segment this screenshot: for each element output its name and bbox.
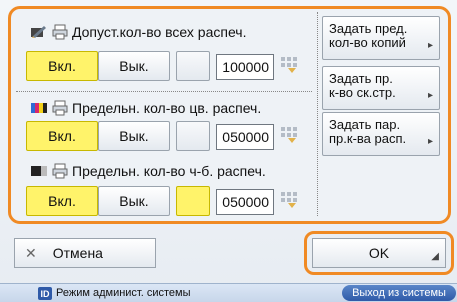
keypad-icon[interactable] bbox=[280, 126, 298, 144]
side-button-line: Задать пар. bbox=[329, 117, 401, 132]
keypad-icon[interactable] bbox=[280, 191, 298, 209]
side-button-line: к-во ск.стр. bbox=[329, 85, 396, 100]
ok-label: OK bbox=[368, 245, 390, 261]
bw-limit-field[interactable]: 050000 bbox=[216, 189, 274, 215]
total-off-button[interactable]: Вык. bbox=[98, 51, 170, 81]
keypad-icon[interactable] bbox=[280, 56, 298, 74]
side-button-line: пр.к-ва расп. bbox=[329, 131, 407, 146]
corner-arrow-icon: ◢ bbox=[431, 251, 439, 262]
set-print-limit-button[interactable]: Задать пар. пр.к-ва расп. ▸ bbox=[322, 112, 440, 156]
color-on-button[interactable]: Вкл. bbox=[26, 121, 98, 151]
logout-button[interactable]: Выход из системы bbox=[342, 285, 456, 301]
chevron-right-icon: ▸ bbox=[427, 40, 433, 51]
set-copy-limit-button[interactable]: Задать пред. кол-во копий ▸ bbox=[322, 16, 440, 60]
total-clear-key[interactable] bbox=[176, 51, 210, 81]
side-button-line: Задать пр. bbox=[329, 71, 393, 86]
row-title-label: Допуст.кол-во всех распеч. bbox=[72, 24, 247, 40]
color-limit-field[interactable]: 050000 bbox=[216, 124, 274, 150]
pencil-icon bbox=[30, 25, 48, 39]
row-separator bbox=[16, 91, 312, 92]
color-off-button[interactable]: Вык. bbox=[98, 121, 170, 151]
printer-icon bbox=[52, 163, 68, 179]
side-button-line: Задать пред. bbox=[329, 21, 408, 36]
status-text: Режим админист. системы bbox=[56, 287, 191, 299]
bw-off-button[interactable]: Вык. bbox=[98, 186, 170, 216]
printer-icon bbox=[52, 100, 68, 116]
ok-button[interactable]: OK ◢ bbox=[312, 238, 446, 268]
color-bars-icon bbox=[30, 101, 48, 115]
set-scan-limit-button[interactable]: Задать пр. к-во ск.стр. ▸ bbox=[322, 66, 440, 110]
side-button-line: кол-во копий bbox=[329, 35, 406, 50]
id-badge: ID bbox=[38, 287, 52, 300]
color-clear-key[interactable] bbox=[176, 121, 210, 151]
chevron-right-icon: ▸ bbox=[427, 136, 433, 147]
screen: Допуст.кол-во всех распеч. Вкл. Вык. 100… bbox=[0, 0, 457, 302]
bw-clear-key[interactable] bbox=[176, 186, 210, 216]
total-limit-field[interactable]: 100000 bbox=[216, 54, 274, 80]
close-icon: ✕ bbox=[25, 244, 37, 261]
cancel-label: Отмена bbox=[52, 245, 103, 261]
row-title-total: Допуст.кол-во всех распеч. bbox=[30, 22, 246, 42]
row-title-bw: Предельн. кол-во ч-б. распеч. bbox=[30, 161, 266, 181]
chevron-right-icon: ▸ bbox=[427, 90, 433, 101]
row-title-label: Предельн. кол-во цв. распеч. bbox=[72, 100, 262, 116]
panel-divider bbox=[317, 12, 318, 216]
row-title-color: Предельн. кол-во цв. распеч. bbox=[30, 98, 261, 118]
black-white-icon bbox=[30, 164, 48, 178]
bw-on-button[interactable]: Вкл. bbox=[26, 186, 98, 216]
cancel-button[interactable]: ✕ Отмена bbox=[14, 238, 156, 268]
row-title-label: Предельн. кол-во ч-б. распеч. bbox=[72, 163, 266, 179]
printer-icon bbox=[52, 24, 68, 40]
total-on-button[interactable]: Вкл. bbox=[26, 51, 98, 81]
